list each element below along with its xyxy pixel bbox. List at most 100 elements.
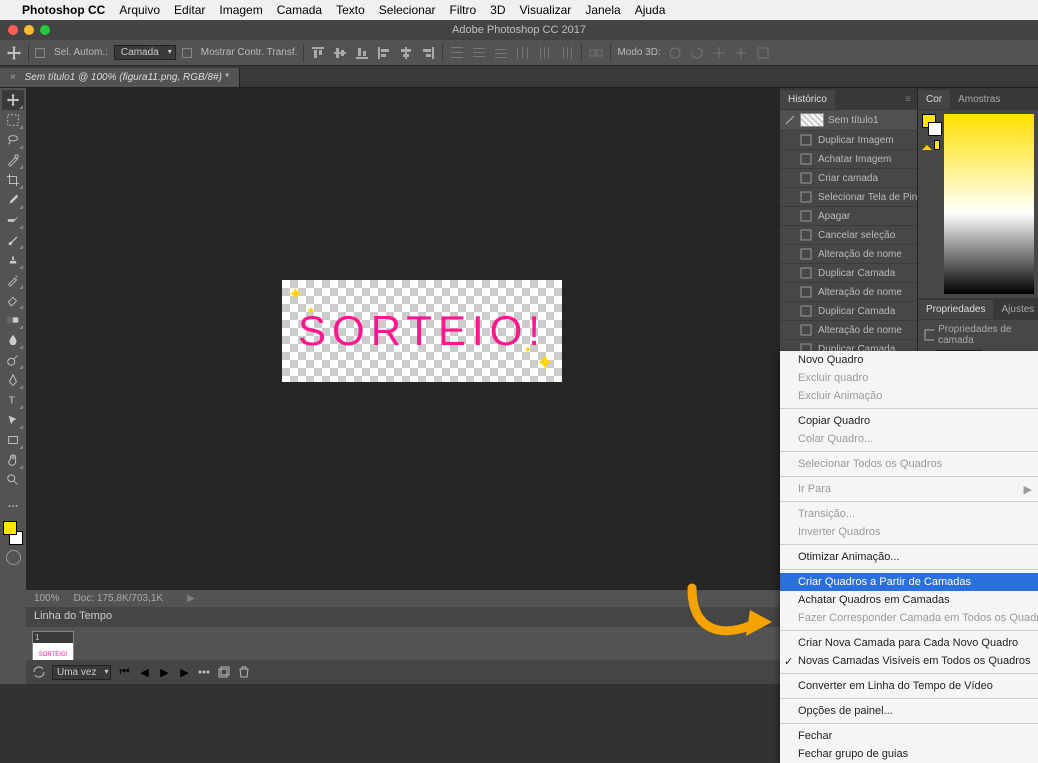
menu-texto[interactable]: Texto (336, 3, 365, 17)
align-top-icon[interactable] (310, 45, 326, 61)
auto-align-icon[interactable] (588, 45, 604, 61)
minimize-window-button[interactable] (24, 25, 34, 35)
history-item[interactable]: Duplicar Camada (780, 301, 917, 320)
adjustments-tab[interactable]: Ajustes (993, 300, 1038, 319)
distribute-right-icon[interactable] (559, 45, 575, 61)
ctx-nova-camada-quadro[interactable]: Criar Nova Camada para Cada Novo Quadro (780, 634, 1038, 652)
ctx-fechar-grupo[interactable]: Fechar grupo de guias (780, 745, 1038, 763)
crop-tool[interactable] (2, 170, 24, 190)
align-right-icon[interactable] (420, 45, 436, 61)
ctx-converter-video[interactable]: Converter em Linha do Tempo de Vídeo (780, 677, 1038, 695)
zoom-level[interactable]: 100% (34, 593, 60, 604)
history-item[interactable]: Criar camada (780, 168, 917, 187)
close-window-button[interactable] (8, 25, 18, 35)
rectangle-tool[interactable] (2, 430, 24, 450)
move-tool[interactable] (2, 90, 24, 110)
canvas-area[interactable]: ✦ ✦ ✦ ✦ SORTEIO! 100% Doc: 175,8K/703,1K… (26, 88, 780, 684)
history-item[interactable]: Apagar (780, 206, 917, 225)
menu-selecionar[interactable]: Selecionar (379, 3, 436, 17)
history-item[interactable]: Alteração de nome (780, 282, 917, 301)
history-item[interactable]: Achatar Imagem (780, 149, 917, 168)
app-name[interactable]: Photoshop CC (22, 3, 105, 17)
play-icon[interactable]: ▶ (157, 665, 171, 679)
history-item[interactable]: Duplicar Camada (780, 263, 917, 282)
next-frame-icon[interactable]: ▶ (177, 665, 191, 679)
history-brush-tool[interactable] (2, 270, 24, 290)
ctx-opcoes-painel[interactable]: Opções de painel... (780, 702, 1038, 720)
menu-imagem[interactable]: Imagem (219, 3, 262, 17)
blur-tool[interactable] (2, 330, 24, 350)
loop-dropdown[interactable]: Uma vez (52, 665, 111, 680)
document-canvas[interactable]: ✦ ✦ ✦ ✦ SORTEIO! (282, 280, 562, 382)
menu-visualizar[interactable]: Visualizar (520, 3, 572, 17)
distribute-vcenter-icon[interactable] (471, 45, 487, 61)
prev-frame-icon[interactable]: ◀ (137, 665, 151, 679)
ctx-criar-quadros-camadas[interactable]: Criar Quadros a Partir de Camadas (780, 573, 1038, 591)
marquee-tool[interactable] (2, 110, 24, 130)
ctx-novas-visiveis[interactable]: ✓Novas Camadas Visíveis em Todos os Quad… (780, 652, 1038, 670)
eraser-tool[interactable] (2, 290, 24, 310)
distribute-top-icon[interactable] (449, 45, 465, 61)
distribute-hcenter-icon[interactable] (537, 45, 553, 61)
zoom-tool[interactable] (2, 470, 24, 490)
color-ramp[interactable] (944, 114, 1034, 294)
ctx-fechar[interactable]: Fechar (780, 727, 1038, 745)
ctx-otimizar[interactable]: Otimizar Animação... (780, 548, 1038, 566)
foreground-swatch[interactable] (3, 521, 17, 535)
align-bottom-icon[interactable] (354, 45, 370, 61)
eyedropper-tool[interactable] (2, 190, 24, 210)
lasso-tool[interactable] (2, 130, 24, 150)
delete-frame-icon[interactable] (237, 665, 251, 679)
history-snapshot[interactable]: Sem título1 (780, 110, 917, 130)
ctx-copiar-quadro[interactable]: Copiar Quadro (780, 412, 1038, 430)
history-item[interactable]: Duplicar Imagem (780, 130, 917, 149)
history-item[interactable]: Alteração de nome (780, 320, 917, 339)
document-tab[interactable]: × Sem título1 @ 100% (figura11.png, RGB/… (0, 68, 240, 87)
pen-tool[interactable] (2, 370, 24, 390)
type-tool[interactable]: T (2, 390, 24, 410)
first-frame-icon[interactable]: ⏮ (117, 665, 131, 679)
align-hcenter-icon[interactable] (398, 45, 414, 61)
distribute-left-icon[interactable] (515, 45, 531, 61)
history-panel-menu-icon[interactable]: ≡ (899, 94, 917, 105)
ctx-novo-quadro[interactable]: Novo Quadro (780, 351, 1038, 369)
menu-filtro[interactable]: Filtro (449, 3, 476, 17)
path-selection-tool[interactable] (2, 410, 24, 430)
show-transform-checkbox[interactable] (182, 48, 192, 58)
quick-mask-toggle[interactable] (6, 550, 21, 565)
align-left-icon[interactable] (376, 45, 392, 61)
swatches-tab[interactable]: Amostras (950, 90, 1008, 109)
edit-toolbar-icon[interactable] (2, 496, 24, 516)
history-item[interactable]: Alteração de nome (780, 244, 917, 263)
menu-janela[interactable]: Janela (585, 3, 620, 17)
dodge-tool[interactable] (2, 350, 24, 370)
align-vcenter-icon[interactable] (332, 45, 348, 61)
history-item[interactable]: Selecionar Tela de Pintura (780, 187, 917, 206)
doc-info[interactable]: Doc: 175,8K/703,1K (74, 593, 164, 604)
gradient-tool[interactable] (2, 310, 24, 330)
doc-info-arrow-icon[interactable]: ▶ (187, 593, 195, 604)
menu-arquivo[interactable]: Arquivo (119, 3, 160, 17)
clone-stamp-tool[interactable] (2, 250, 24, 270)
panel-background-swatch[interactable] (928, 122, 942, 136)
auto-select-dropdown[interactable]: Camada (114, 45, 176, 60)
properties-tab[interactable]: Propriedades (918, 300, 993, 319)
menu-3d[interactable]: 3D (490, 3, 505, 17)
history-item[interactable]: Cancelar seleção (780, 225, 917, 244)
duplicate-frame-icon[interactable] (217, 665, 231, 679)
zoom-window-button[interactable] (40, 25, 50, 35)
history-tab[interactable]: Histórico (780, 90, 835, 109)
brush-tool[interactable] (2, 230, 24, 250)
close-tab-icon[interactable]: × (10, 72, 16, 83)
tween-icon[interactable] (197, 665, 211, 679)
gamut-warning[interactable] (922, 140, 940, 150)
hand-tool[interactable] (2, 450, 24, 470)
ctx-achatar-quadros[interactable]: Achatar Quadros em Camadas (780, 591, 1038, 609)
quick-selection-tool[interactable] (2, 150, 24, 170)
menu-editar[interactable]: Editar (174, 3, 205, 17)
menu-ajuda[interactable]: Ajuda (635, 3, 666, 17)
distribute-bottom-icon[interactable] (493, 45, 509, 61)
menu-camada[interactable]: Camada (277, 3, 322, 17)
healing-brush-tool[interactable] (2, 210, 24, 230)
color-tab[interactable]: Cor (918, 90, 950, 109)
